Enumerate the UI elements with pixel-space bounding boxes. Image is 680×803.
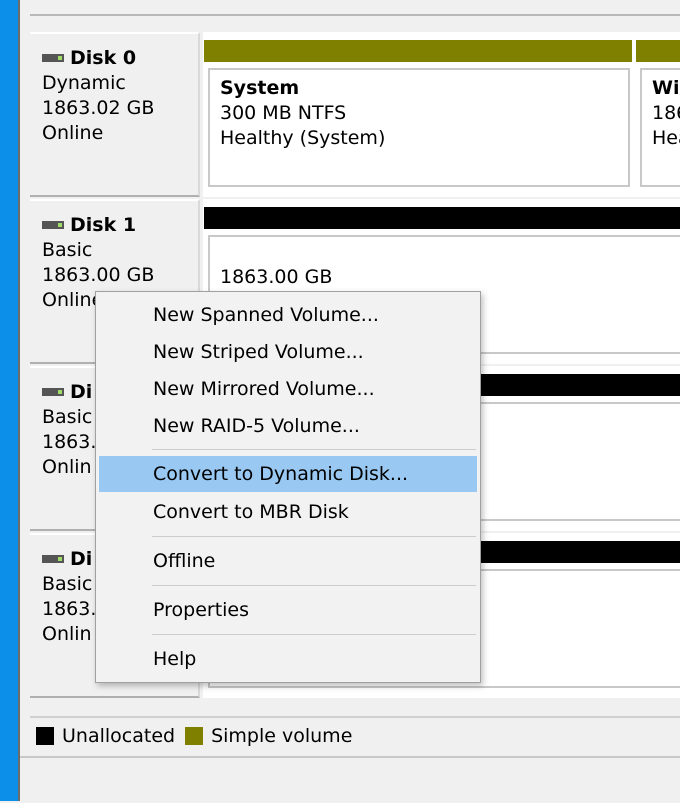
legend-unallocated: Unallocated	[36, 725, 175, 747]
volume-health: Hea	[652, 127, 680, 149]
disk-icon	[42, 53, 64, 62]
menu-new-striped-volume[interactable]: New Striped Volume...	[99, 334, 477, 370]
disk-type: Basic	[42, 239, 93, 261]
disk-icon	[42, 387, 64, 396]
disk-status: Online	[42, 122, 104, 144]
menu-separator	[152, 634, 476, 635]
system-volume[interactable]: System 300 MB NTFS Healthy (System)	[208, 68, 630, 187]
volume-name: System	[220, 77, 300, 99]
disk-name: Di	[70, 548, 93, 570]
windows-volume-bar	[636, 40, 680, 62]
pane-top-divider	[30, 0, 680, 16]
system-volume-bar	[204, 40, 632, 62]
menu-separator	[152, 585, 476, 586]
menu-help[interactable]: Help	[99, 641, 477, 677]
disk-size: 1863.02 GB	[42, 97, 155, 119]
unallocated-size: 1863.00 GB	[220, 266, 333, 288]
unallocated-swatch	[36, 727, 54, 745]
volume-name: Win	[652, 77, 680, 99]
disk-label-0[interactable]: Disk 0 Dynamic 1863.02 GB Online	[30, 32, 200, 197]
menu-separator	[152, 449, 476, 450]
menu-new-spanned-volume[interactable]: New Spanned Volume...	[99, 297, 477, 333]
disk-icon	[42, 220, 64, 229]
window-edge	[0, 0, 18, 801]
windows-volume[interactable]: Win 186 Hea	[640, 68, 680, 187]
disk-row-0: Disk 0 Dynamic 1863.02 GB Online System …	[30, 32, 680, 197]
menu-new-raid5-volume[interactable]: New RAID-5 Volume...	[99, 408, 477, 444]
disk-type: Dynamic	[42, 72, 126, 94]
status-bar	[20, 756, 680, 803]
menu-properties[interactable]: Properties	[99, 592, 477, 628]
disk-name: Disk 0	[70, 47, 137, 69]
legend-simple-volume-label: Simple volume	[211, 725, 353, 747]
disk-icon	[42, 554, 64, 563]
disk-size: 1863.00 GB	[42, 264, 155, 286]
legend-bar: Unallocated Simple volume	[30, 716, 680, 754]
volume-health: Healthy (System)	[220, 127, 386, 149]
menu-offline[interactable]: Offline	[99, 543, 477, 579]
menu-convert-to-dynamic-disk[interactable]: Convert to Dynamic Disk...	[99, 456, 477, 492]
menu-convert-to-mbr-disk[interactable]: Convert to MBR Disk	[99, 494, 477, 530]
simple-volume-swatch	[185, 727, 204, 745]
menu-separator	[152, 536, 476, 537]
volume-area-0: System 300 MB NTFS Healthy (System) Win …	[203, 32, 680, 197]
menu-new-mirrored-volume[interactable]: New Mirrored Volume...	[99, 371, 477, 407]
disk-context-menu: New Spanned Volume... New Striped Volume…	[95, 291, 481, 683]
unallocated-bar	[204, 207, 680, 229]
legend-unallocated-label: Unallocated	[62, 725, 176, 747]
disk-name: Disk 1	[70, 214, 137, 236]
volume-size: 186	[652, 102, 680, 124]
legend-simple-volume: Simple volume	[185, 725, 352, 747]
volume-size: 300 MB NTFS	[220, 102, 347, 124]
disk-name: Di	[70, 381, 93, 403]
